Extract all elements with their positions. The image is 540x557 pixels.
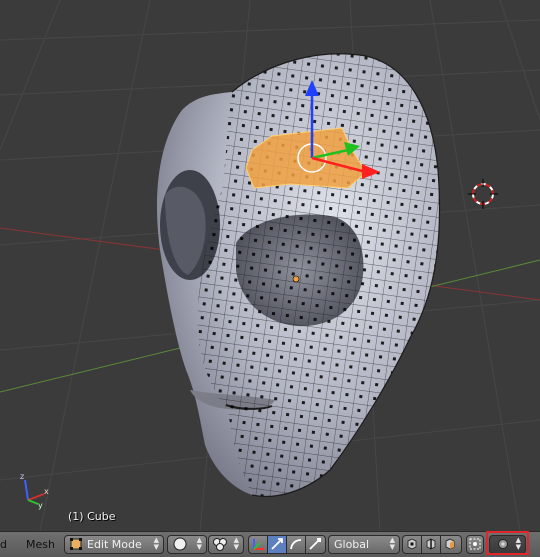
orientation-select-label: Global	[334, 538, 370, 551]
header-partial-label[interactable]: d	[0, 538, 7, 551]
manipulator-toggle[interactable]	[249, 536, 268, 553]
highlight-box	[486, 531, 529, 555]
manipulator-group	[248, 535, 326, 554]
transform-orientation-select[interactable]: Global ▲ ▼	[328, 535, 400, 554]
chevron-updown-icon: ▲ ▼	[153, 536, 159, 551]
translate-toggle[interactable]	[268, 536, 287, 553]
viewport-shading-icon	[173, 537, 187, 551]
edge-select-toggle[interactable]	[422, 536, 441, 553]
edge-select-icon	[426, 538, 436, 550]
chevron-updown-icon: ▲ ▼	[233, 536, 239, 551]
face-select-toggle[interactable]	[441, 536, 461, 553]
svg-text:x: x	[44, 487, 49, 496]
3d-cursor-icon[interactable]	[468, 179, 498, 209]
viewport-scene: z x y	[0, 0, 540, 531]
occlude-geometry-toggle[interactable]	[466, 535, 484, 554]
vertex-select-icon	[407, 538, 417, 550]
object-origin	[292, 275, 300, 283]
svg-text:z: z	[20, 472, 24, 481]
vertex-select-toggle[interactable]	[403, 536, 422, 553]
skull-mesh[interactable]	[150, 40, 450, 510]
3d-viewport[interactable]: z x y (1) Cube	[0, 0, 540, 531]
rotate-toggle[interactable]	[287, 536, 306, 553]
rotate-icon	[290, 539, 302, 550]
face-select-icon	[445, 538, 455, 550]
scale-toggle[interactable]	[306, 536, 325, 553]
viewport-shading-select[interactable]: ▲ ▼	[167, 535, 207, 554]
svg-text:y: y	[38, 501, 43, 510]
chevron-updown-icon: ▲ ▼	[196, 536, 202, 551]
pivot-point-icon	[213, 538, 227, 551]
mode-icon	[70, 538, 82, 550]
manipulator-icon	[253, 539, 264, 550]
mode-select-label: Edit Mode	[87, 538, 142, 551]
select-mode-group	[402, 535, 462, 554]
scale-icon	[309, 538, 321, 550]
occlude-geometry-icon	[469, 538, 481, 550]
chevron-updown-icon: ▲ ▼	[389, 536, 395, 551]
translate-icon	[271, 538, 283, 550]
object-info-label: (1) Cube	[68, 510, 116, 523]
viewport-header: d Mesh Edit Mode ▲ ▼ ▲ ▼ ▲ ▼ Global ▲ ▼ …	[0, 531, 540, 557]
pivot-point-select[interactable]: ▲ ▼	[208, 535, 244, 554]
mesh-menu[interactable]: Mesh	[26, 538, 55, 551]
mode-select[interactable]: Edit Mode ▲ ▼	[64, 535, 164, 554]
